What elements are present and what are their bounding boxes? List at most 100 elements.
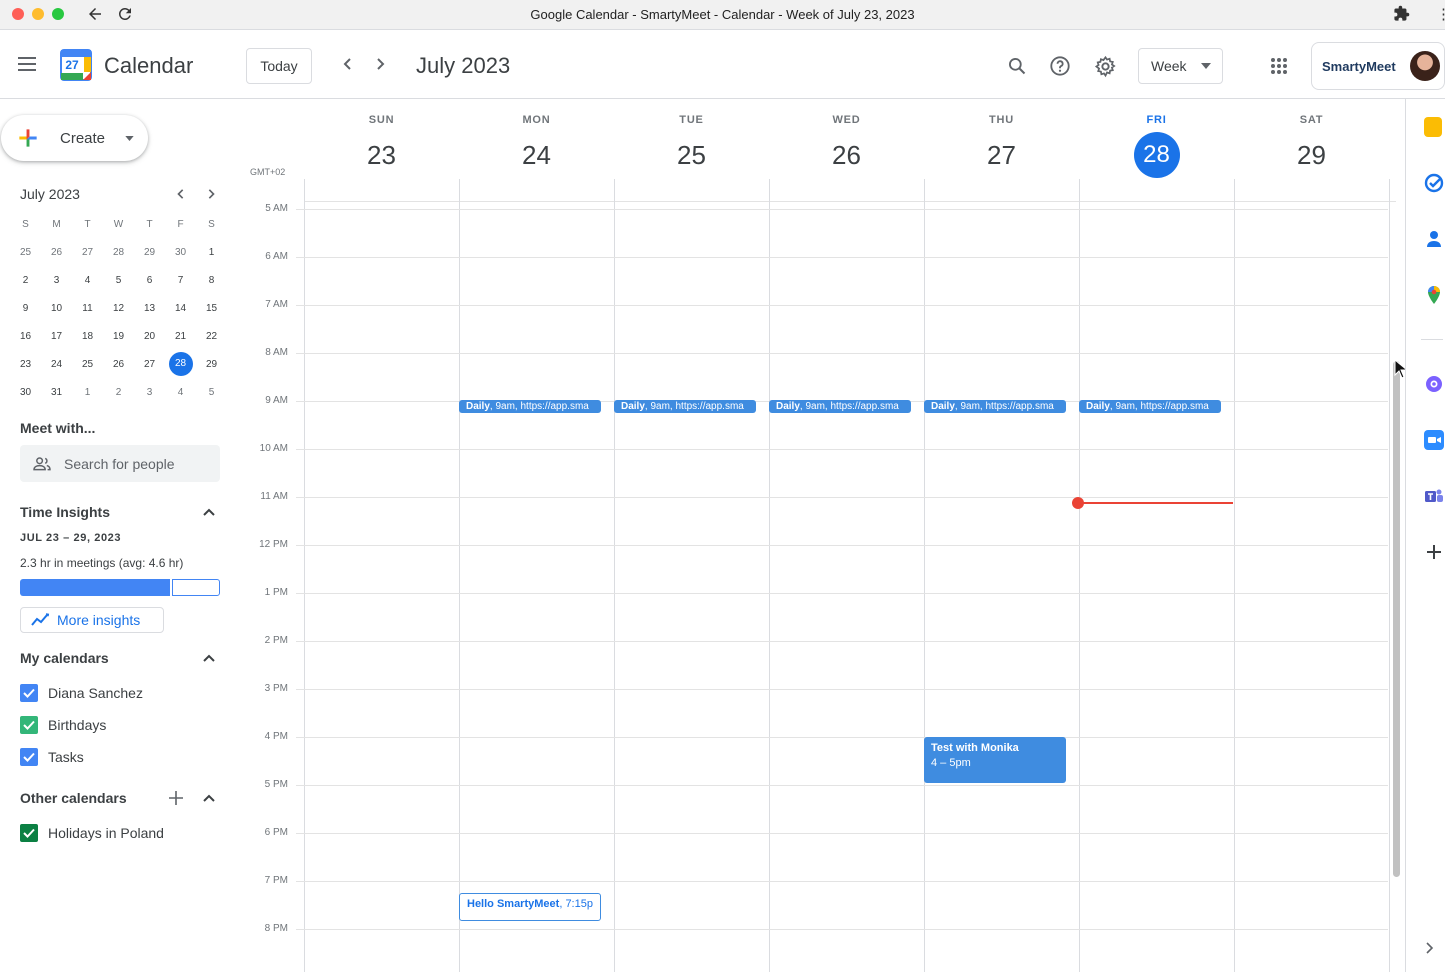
mini-cal-day[interactable]: 22	[196, 322, 227, 350]
day-date[interactable]: 23	[304, 132, 459, 178]
mini-cal-prev-button[interactable]	[172, 185, 190, 203]
mini-cal-day[interactable]: 5	[196, 378, 227, 406]
mini-cal-day[interactable]: 4	[72, 266, 103, 294]
calendar-event[interactable]: Daily, 9am, https://app.sma	[1079, 400, 1221, 413]
mini-cal-day[interactable]: 16	[10, 322, 41, 350]
previous-week-button[interactable]	[336, 52, 360, 76]
tasks-icon[interactable]	[1424, 173, 1444, 193]
mini-cal-day[interactable]: 20	[134, 322, 165, 350]
mini-cal-day[interactable]: 30	[10, 378, 41, 406]
other-calendars-collapse-button[interactable]	[200, 789, 218, 807]
google-apps-button[interactable]	[1266, 53, 1292, 79]
maps-icon[interactable]	[1424, 285, 1444, 305]
teams-icon[interactable]	[1424, 486, 1444, 506]
calendar-event[interactable]: Daily, 9am, https://app.sma	[614, 400, 756, 413]
keep-icon[interactable]	[1424, 117, 1442, 137]
day-header[interactable]: FRI 28	[1079, 114, 1234, 178]
mini-cal-day[interactable]: 23	[10, 350, 41, 378]
mini-cal-day[interactable]: 9	[10, 294, 41, 322]
day-date[interactable]: 24	[459, 132, 614, 178]
mini-cal-day[interactable]: 2	[103, 378, 134, 406]
calendar-event[interactable]: Daily, 9am, https://app.sma	[769, 400, 911, 413]
calendar-checkbox[interactable]	[20, 684, 38, 702]
day-date[interactable]: 25	[614, 132, 769, 178]
day-date[interactable]: 27	[924, 132, 1079, 178]
calendar-checkbox[interactable]	[20, 716, 38, 734]
create-button[interactable]: Create	[1, 115, 148, 161]
day-header[interactable]: MON 24	[459, 114, 614, 178]
today-date[interactable]: 28	[1133, 132, 1180, 178]
mini-cal-day[interactable]: 3	[41, 266, 72, 294]
mini-cal-day[interactable]: 14	[165, 294, 196, 322]
mini-cal-day[interactable]: 18	[72, 322, 103, 350]
mini-cal-day[interactable]: 28	[103, 238, 134, 266]
next-week-button[interactable]	[368, 52, 392, 76]
mini-cal-day[interactable]: 10	[41, 294, 72, 322]
mini-cal-day[interactable]: 25	[10, 238, 41, 266]
mini-cal-next-button[interactable]	[202, 185, 220, 203]
calendar-checkbox[interactable]	[20, 824, 38, 842]
mini-cal-day[interactable]: 29	[196, 350, 227, 378]
day-header[interactable]: TUE 25	[614, 114, 769, 178]
calendar-item[interactable]: Holidays in Poland	[20, 824, 164, 842]
mini-cal-day[interactable]: 29	[134, 238, 165, 266]
calendar-event[interactable]: Daily, 9am, https://app.sma	[924, 400, 1066, 413]
mini-cal-day[interactable]: 27	[72, 238, 103, 266]
day-header[interactable]: SUN 23	[304, 114, 459, 178]
mini-cal-day[interactable]: 26	[103, 350, 134, 378]
day-header[interactable]: THU 27	[924, 114, 1079, 178]
mini-cal-day[interactable]: 11	[72, 294, 103, 322]
mini-cal-day[interactable]: 19	[103, 322, 134, 350]
day-date[interactable]: 26	[769, 132, 924, 178]
get-addons-button[interactable]	[1424, 542, 1444, 562]
mini-cal-day[interactable]: 7	[165, 266, 196, 294]
mini-cal-day[interactable]: 27	[134, 350, 165, 378]
hide-side-panel-button[interactable]	[1424, 941, 1444, 961]
today-button[interactable]: Today	[246, 48, 312, 84]
mini-cal-day[interactable]: 2	[10, 266, 41, 294]
mini-cal-day[interactable]: 26	[41, 238, 72, 266]
calendar-event[interactable]: Test with Monika 4 – 5pm	[924, 737, 1066, 783]
settings-button[interactable]	[1092, 53, 1118, 79]
account-switcher[interactable]: SmartyMeet	[1311, 42, 1445, 90]
day-date[interactable]: 29	[1234, 132, 1389, 178]
mini-cal-day[interactable]: 15	[196, 294, 227, 322]
mini-cal-day[interactable]: 6	[134, 266, 165, 294]
extensions-puzzle-icon[interactable]	[1393, 5, 1410, 27]
my-calendars-collapse-button[interactable]	[200, 649, 218, 667]
mini-cal-day[interactable]: 24	[41, 350, 72, 378]
mini-cal-day[interactable]: 31	[41, 378, 72, 406]
day-header[interactable]: WED 26	[769, 114, 924, 178]
calendar-item[interactable]: Birthdays	[20, 716, 106, 734]
day-header[interactable]: SAT 29	[1234, 114, 1389, 178]
calendar-item[interactable]: Diana Sanchez	[20, 684, 143, 702]
mini-cal-day[interactable]: 3	[134, 378, 165, 406]
mini-cal-day[interactable]: 21	[165, 322, 196, 350]
grid-scrollbar[interactable]	[1393, 361, 1400, 877]
addon-chat-icon[interactable]	[1424, 374, 1444, 394]
calendar-checkbox[interactable]	[20, 748, 38, 766]
mini-cal-day[interactable]: 5	[103, 266, 134, 294]
more-insights-button[interactable]: More insights	[20, 607, 164, 633]
browser-menu-icon[interactable]: ⋮	[1436, 5, 1445, 25]
mini-cal-day[interactable]: 1	[196, 238, 227, 266]
calendar-event[interactable]: Hello SmartyMeet, 7:15p	[459, 893, 601, 921]
mini-cal-day[interactable]: 13	[134, 294, 165, 322]
mini-cal-day[interactable]: 25	[72, 350, 103, 378]
mini-cal-today[interactable]: 28	[165, 350, 196, 378]
view-selector[interactable]: Week	[1138, 48, 1223, 84]
search-button[interactable]	[1004, 53, 1030, 79]
calendar-event[interactable]: Daily, 9am, https://app.sma	[459, 400, 601, 413]
search-people-input[interactable]: Search for people	[20, 445, 220, 482]
mini-cal-day[interactable]: 8	[196, 266, 227, 294]
mini-cal-day[interactable]: 1	[72, 378, 103, 406]
contacts-icon[interactable]	[1424, 229, 1444, 249]
main-menu-button[interactable]	[12, 48, 44, 80]
time-insights-collapse-button[interactable]	[200, 503, 218, 521]
add-other-calendar-button[interactable]	[166, 788, 186, 808]
calendar-item[interactable]: Tasks	[20, 748, 84, 766]
mini-cal-day[interactable]: 12	[103, 294, 134, 322]
mini-cal-day[interactable]: 17	[41, 322, 72, 350]
help-button[interactable]	[1047, 53, 1073, 79]
mini-cal-day[interactable]: 30	[165, 238, 196, 266]
